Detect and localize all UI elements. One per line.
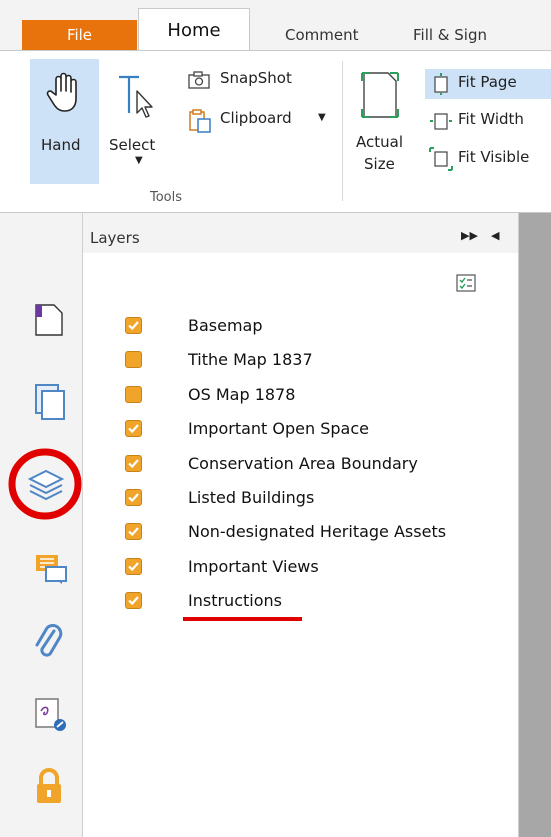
actual-size-label-line1: Actual (356, 133, 403, 151)
attachment-icon[interactable] (34, 623, 64, 661)
panel-title: Layers (90, 229, 140, 247)
layer-visibility-checkbox[interactable] (125, 489, 142, 506)
layer-visibility-checkbox[interactable] (125, 317, 142, 334)
security-lock-icon[interactable] (34, 768, 64, 806)
tab-home[interactable]: Home (138, 8, 250, 50)
actual-size-label-line2: Size (364, 155, 395, 173)
fit-page-button[interactable]: Fit Page (425, 69, 551, 99)
fit-width-button[interactable]: Fit Width (425, 106, 551, 136)
layer-item[interactable]: Important Open Space (83, 413, 520, 447)
chevron-down-icon: ▼ (318, 112, 326, 123)
fit-visible-icon (429, 147, 453, 171)
tab-file[interactable]: File (22, 20, 137, 50)
fit-visible-button[interactable]: Fit Visible (425, 144, 551, 174)
layer-visibility-checkbox[interactable] (125, 523, 142, 541)
underline-annotation (183, 617, 302, 621)
layer-label: Important Open Space (188, 419, 369, 439)
chevron-down-icon: ▼ (135, 155, 143, 166)
camera-icon (188, 71, 210, 89)
snapshot-label: SnapShot (220, 69, 292, 87)
text-select-icon (119, 75, 153, 118)
layer-label: OS Map 1878 (188, 384, 296, 404)
layer-options-icon[interactable] (456, 274, 476, 292)
ribbon-tab-bar: File Home Comment Fill & Sign (0, 0, 551, 50)
collapse-panel-icon[interactable]: ◀ (491, 229, 499, 242)
clipboard-label: Clipboard (220, 109, 292, 127)
layer-visibility-checkbox[interactable] (125, 592, 142, 610)
hand-button[interactable]: Hand (30, 59, 99, 184)
ribbon-separator (342, 61, 343, 201)
fit-width-label: Fit Width (458, 110, 524, 128)
layer-item[interactable]: Conservation Area Boundary (83, 448, 520, 482)
fit-width-icon (430, 113, 452, 130)
layer-label: Basemap (188, 316, 263, 335)
tab-comment[interactable]: Comment (285, 20, 359, 50)
check-icon (128, 562, 139, 571)
layers-icon[interactable] (28, 467, 64, 501)
layer-label: Important Views (188, 556, 319, 576)
select-button[interactable]: Select ▼ (105, 59, 175, 184)
layer-item[interactable]: Listed Buildings (83, 482, 520, 516)
layer-label: Instructions (188, 591, 282, 611)
clipboard-icon (189, 109, 211, 133)
layer-visibility-checkbox[interactable] (125, 385, 142, 403)
layer-item[interactable]: Important Views (83, 551, 520, 585)
layers-panel: Layers ▶▶ ◀ Basemap Tithe Map 1837 OS Map … (82, 213, 519, 837)
check-icon (128, 527, 139, 537)
check-icon (128, 458, 139, 468)
fit-visible-label: Fit Visible (458, 148, 530, 166)
layer-item[interactable]: OS Map 1878 (83, 379, 520, 413)
layer-item[interactable]: Basemap (83, 310, 520, 344)
layer-visibility-checkbox[interactable] (125, 454, 142, 472)
layer-label: Conservation Area Boundary (188, 453, 418, 473)
signature-icon[interactable] (34, 697, 68, 733)
layer-label: Listed Buildings (188, 488, 315, 507)
layer-item[interactable]: Instructions (83, 585, 520, 619)
select-label: Select (109, 136, 156, 154)
layer-label: Tithe Map 1837 (188, 350, 313, 370)
navigation-pane-icon-strip (0, 213, 82, 837)
layer-visibility-checkbox[interactable] (125, 557, 142, 575)
fit-page-label: Fit Page (458, 73, 517, 91)
hand-label: Hand (41, 136, 81, 154)
ribbon-group-tools-label: Tools (150, 190, 183, 205)
pages-icon[interactable] (34, 383, 66, 421)
hand-icon (46, 72, 77, 112)
check-icon (128, 493, 139, 503)
layer-visibility-checkbox[interactable] (125, 351, 142, 369)
layer-visibility-checkbox[interactable] (125, 420, 142, 438)
ribbon: Hand Select ▼ SnapShot Clipboard ▼ Actua… (0, 50, 551, 213)
expand-panel-icon[interactable]: ▶▶ (461, 229, 478, 242)
layers-panel-header: Layers ▶▶ ◀ (83, 213, 518, 253)
actual-size-button[interactable]: Actual Size (348, 59, 416, 184)
document-area-edge (519, 213, 551, 837)
check-icon (128, 424, 139, 434)
actual-size-icon (361, 72, 399, 118)
clipboard-button[interactable]: Clipboard ▼ (186, 106, 336, 134)
comments-icon[interactable] (34, 553, 68, 585)
snapshot-button[interactable]: SnapShot (186, 66, 336, 94)
layer-label: Non-designated Heritage Assets (188, 522, 447, 542)
layer-item[interactable]: Tithe Map 1837 (83, 344, 520, 378)
tab-fill-sign[interactable]: Fill & Sign (413, 20, 487, 50)
fit-page-icon (434, 73, 448, 95)
check-icon (128, 321, 139, 331)
page-thumbnail-icon[interactable] (34, 303, 64, 337)
check-icon (128, 596, 139, 606)
layer-item[interactable]: Non-designated Heritage Assets (83, 516, 520, 550)
